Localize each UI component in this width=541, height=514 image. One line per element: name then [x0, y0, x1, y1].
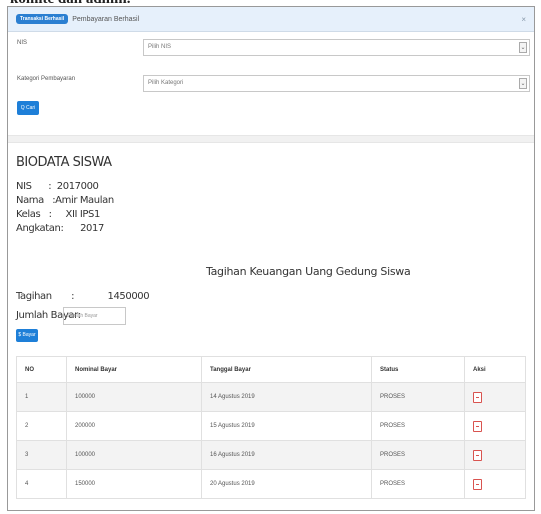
cell-tanggal: 20 Agustus 2019: [201, 469, 372, 499]
cell-aksi: [464, 440, 526, 470]
cell-aksi: [464, 469, 526, 499]
nis-row: NIS Pilih NIS ⌄: [8, 36, 534, 62]
cell-status: PROSES: [371, 411, 465, 441]
chevron-down-icon[interactable]: ⌄: [519, 42, 527, 53]
kategori-select-value: Pilih Kategori: [148, 80, 184, 86]
kategori-select[interactable]: Pilih Kategori ⌄: [143, 75, 530, 92]
cell-aksi: [464, 382, 526, 412]
delete-icon[interactable]: [473, 391, 482, 403]
section-divider: [8, 135, 534, 143]
cell-tanggal: 16 Agustus 2019: [201, 440, 372, 470]
close-icon[interactable]: ×: [521, 15, 526, 24]
jumlah-bayar-input[interactable]: Jumlah Bayar: [63, 307, 126, 325]
header-no: NO: [16, 356, 67, 383]
cell-nominal: 100000: [66, 382, 202, 412]
cell-status: PROSES: [371, 382, 465, 412]
table-row: 2 200000 15 Agustus 2019 PROSES: [16, 411, 526, 441]
nis-select-value: Pilih NIS: [148, 44, 172, 50]
cari-button[interactable]: Q Cari: [17, 101, 39, 115]
kategori-label: Kategori Pembayaran: [17, 76, 76, 82]
biodata-angkatan: Angkatan: 2017: [16, 223, 104, 234]
cell-tanggal: 14 Agustus 2019: [201, 382, 372, 412]
tagihan-amount: Tagihan : 1450000: [16, 291, 150, 302]
kategori-row: Kategori Pembayaran Pilih Kategori ⌄: [8, 72, 534, 98]
payment-table: NO Nominal Bayar Tanggal Bayar Status Ak…: [16, 356, 526, 499]
table-row: 3 100000 16 Agustus 2019 PROSES: [16, 440, 526, 470]
header-status: Status: [371, 356, 465, 383]
nis-select[interactable]: Pilih NIS ⌄: [143, 39, 530, 56]
biodata-nama: Nama :Amir Maulan: [16, 195, 114, 206]
alert-message: Pembayaran Berhasil: [72, 15, 140, 23]
cell-no: 3: [16, 440, 67, 470]
app-window: Transaksi Berhasil Pembayaran Berhasil ×…: [7, 6, 535, 511]
cell-tanggal: 15 Agustus 2019: [201, 411, 372, 441]
success-alert: Transaksi Berhasil Pembayaran Berhasil ×: [8, 7, 534, 32]
biodata-kelas: Kelas : XII IPS1: [16, 209, 100, 220]
nis-label: NIS: [17, 40, 28, 46]
table-row: 1 100000 14 Agustus 2019 PROSES: [16, 382, 526, 412]
delete-icon[interactable]: [473, 420, 482, 432]
status-badge: Transaksi Berhasil: [16, 14, 69, 24]
delete-icon[interactable]: [473, 449, 482, 461]
bayar-button[interactable]: $ Bayar: [16, 329, 38, 342]
cell-aksi: [464, 411, 526, 441]
cell-status: PROSES: [371, 440, 465, 470]
biodata-title: BIODATA SISWA: [16, 155, 112, 170]
tagihan-title: Tagihan Keuangan Uang Gedung Siswa: [206, 265, 411, 278]
cell-no: 4: [16, 469, 67, 499]
header-aksi: Aksi: [464, 356, 526, 383]
table-header-row: NO Nominal Bayar Tanggal Bayar Status Ak…: [16, 356, 526, 383]
cell-nominal: 150000: [66, 469, 202, 499]
cell-status: PROSES: [371, 469, 465, 499]
cell-no: 1: [16, 382, 67, 412]
chevron-down-icon[interactable]: ⌄: [519, 78, 527, 89]
header-tanggal: Tanggal Bayar: [201, 356, 372, 383]
cell-no: 2: [16, 411, 67, 441]
cell-nominal: 100000: [66, 440, 202, 470]
cell-nominal: 200000: [66, 411, 202, 441]
header-nominal: Nominal Bayar: [66, 356, 202, 383]
table-row: 4 150000 20 Agustus 2019 PROSES: [16, 469, 526, 499]
biodata-nis: NIS : 2017000: [16, 181, 99, 192]
delete-icon[interactable]: [473, 478, 482, 490]
